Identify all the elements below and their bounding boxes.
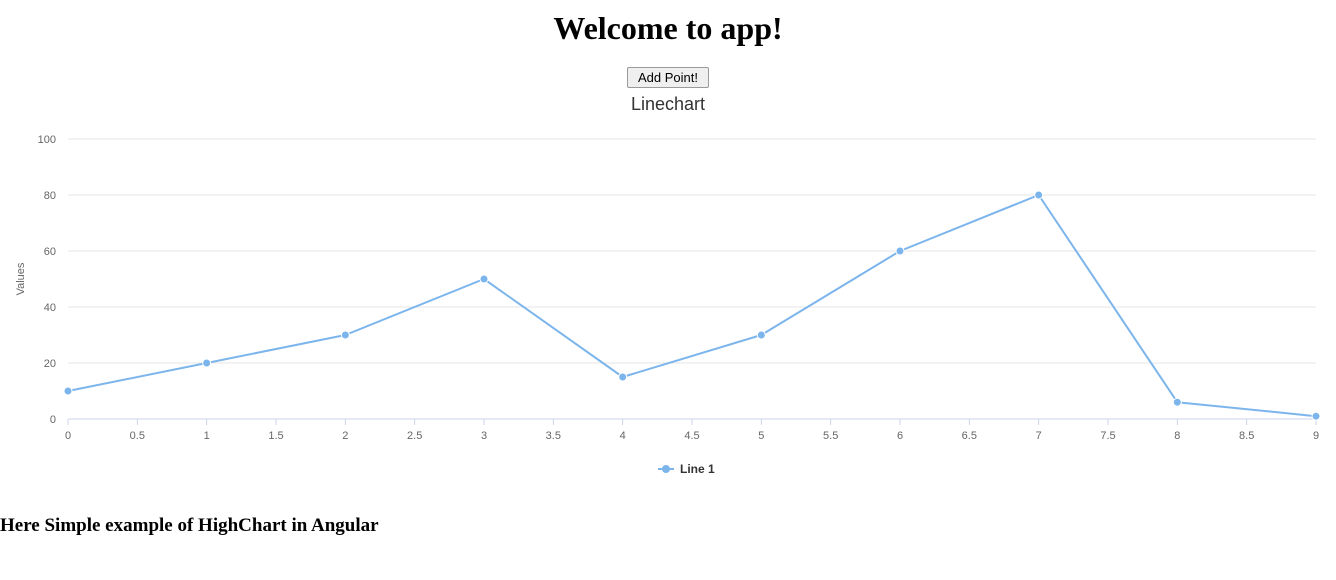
x-tick-label: 6 (897, 430, 903, 442)
page-title: Welcome to app! (0, 10, 1336, 47)
y-tick-label: 60 (44, 246, 56, 258)
y-tick-label: 40 (44, 302, 56, 314)
x-tick-label: 4.5 (684, 430, 699, 442)
series-point[interactable] (619, 373, 627, 381)
chart-svg: 0 20 40 60 80 100 0 0.5 1 1.5 2 2.5 3 3.5 4 4.5 5 5.5 6 6.5… (0, 119, 1336, 489)
x-tick-label: 5.5 (823, 430, 838, 442)
series-point[interactable] (203, 359, 211, 367)
line-chart: 0 20 40 60 80 100 0 0.5 1 1.5 2 2.5 3 3.5 4 4.5 5 5.5 6 6.5… (0, 119, 1336, 489)
series-point[interactable] (64, 387, 72, 395)
add-point-button[interactable]: Add Point! (627, 67, 709, 88)
x-tick-label: 7.5 (1100, 430, 1115, 442)
x-tick-label: 9 (1313, 430, 1319, 442)
x-tick-label: 3.5 (546, 430, 561, 442)
x-tick-label: 6.5 (962, 430, 977, 442)
y-tick-label: 80 (44, 190, 56, 202)
legend-symbol-point (662, 465, 670, 473)
y-tick-label: 20 (44, 358, 56, 370)
legend-item[interactable]: Line 1 (680, 462, 715, 476)
x-tick-label: 0 (65, 430, 71, 442)
series-point[interactable] (1312, 412, 1320, 420)
y-tick-label: 0 (50, 414, 56, 426)
series-point[interactable] (1173, 398, 1181, 406)
x-tick-label: 1.5 (268, 430, 283, 442)
series-point[interactable] (1035, 191, 1043, 199)
x-tick-label: 2.5 (407, 430, 422, 442)
chart-title: Linechart (0, 94, 1336, 115)
x-tick-label: 1 (204, 430, 210, 442)
x-tick-label: 7 (1036, 430, 1042, 442)
x-tick-label: 8 (1174, 430, 1180, 442)
x-tick-label: 4 (620, 430, 626, 442)
series-point[interactable] (896, 247, 904, 255)
x-tick-label: 5 (758, 430, 764, 442)
y-tick-label: 100 (38, 134, 56, 146)
series-point[interactable] (757, 331, 765, 339)
example-caption: Here Simple example of HighChart in Angu… (0, 515, 1336, 537)
y-axis-title: Values (15, 262, 27, 295)
series-point[interactable] (341, 331, 349, 339)
series-line-1 (68, 195, 1316, 416)
x-tick-label: 2 (342, 430, 348, 442)
x-tick-label: 3 (481, 430, 487, 442)
x-tick-label: 0.5 (130, 430, 145, 442)
series-point[interactable] (480, 275, 488, 283)
x-tick-label: 8.5 (1239, 430, 1254, 442)
